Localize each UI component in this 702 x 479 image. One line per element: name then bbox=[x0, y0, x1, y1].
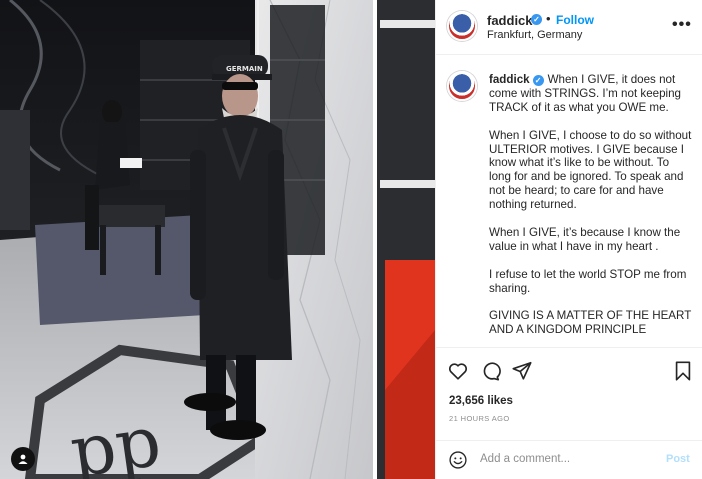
caption-paragraph: GIVING IS A MATTER OF THE HEART AND A KI… bbox=[489, 309, 692, 337]
more-options-icon[interactable]: ••• bbox=[672, 16, 692, 34]
caption-area: faddick ✓ When I GIVE, it does not come wi… bbox=[436, 56, 702, 346]
caption-username[interactable]: faddick bbox=[489, 73, 530, 86]
post-comment-button[interactable]: Post bbox=[666, 453, 690, 465]
heart-icon[interactable] bbox=[447, 360, 469, 382]
post-header: faddick ✓ • Follow Frankfurt, Germany ••… bbox=[436, 0, 702, 55]
separator-dot: • bbox=[546, 11, 551, 26]
caption-paragraph: I refuse to let the world STOP me from s… bbox=[489, 267, 687, 295]
caption-paragraph: When I GIVE, it’s because I know the val… bbox=[489, 225, 681, 253]
smiley-icon[interactable] bbox=[448, 450, 468, 470]
user-tag-icon[interactable] bbox=[11, 447, 35, 471]
post-side-panel: faddick ✓ • Follow Frankfurt, Germany ••… bbox=[435, 0, 702, 479]
verified-badge-icon: ✓ bbox=[531, 14, 542, 25]
post-timestamp[interactable]: 21 HOURS AGO bbox=[449, 414, 510, 423]
paper-plane-icon[interactable] bbox=[511, 360, 533, 382]
comment-row: Post bbox=[436, 440, 702, 479]
caption-paragraph: When I GIVE, I choose to do so without U… bbox=[489, 128, 692, 212]
follow-button[interactable]: Follow bbox=[556, 13, 594, 27]
likes-count[interactable]: 23,656 likes bbox=[449, 395, 513, 407]
bookmark-icon[interactable] bbox=[672, 360, 694, 382]
comment-input[interactable] bbox=[480, 449, 650, 469]
header-username[interactable]: faddick bbox=[487, 13, 533, 28]
comment-bubble-icon[interactable] bbox=[479, 360, 501, 382]
cap-logo-text: GERMAIN bbox=[226, 65, 263, 73]
post-photo[interactable]: pp GERMAIN bbox=[0, 0, 435, 479]
verified-badge-icon: ✓ bbox=[532, 75, 544, 86]
avatar[interactable] bbox=[447, 11, 477, 41]
caption-avatar[interactable] bbox=[447, 71, 477, 101]
floor-logo-text: pp bbox=[66, 400, 166, 479]
caption-text: faddick ✓ When I GIVE, it does not come wi… bbox=[489, 73, 694, 346]
store-scene-image: pp GERMAIN bbox=[0, 0, 435, 479]
actions-area: 23,656 likes 21 HOURS AGO bbox=[436, 347, 702, 439]
location-link[interactable]: Frankfurt, Germany bbox=[487, 29, 582, 41]
